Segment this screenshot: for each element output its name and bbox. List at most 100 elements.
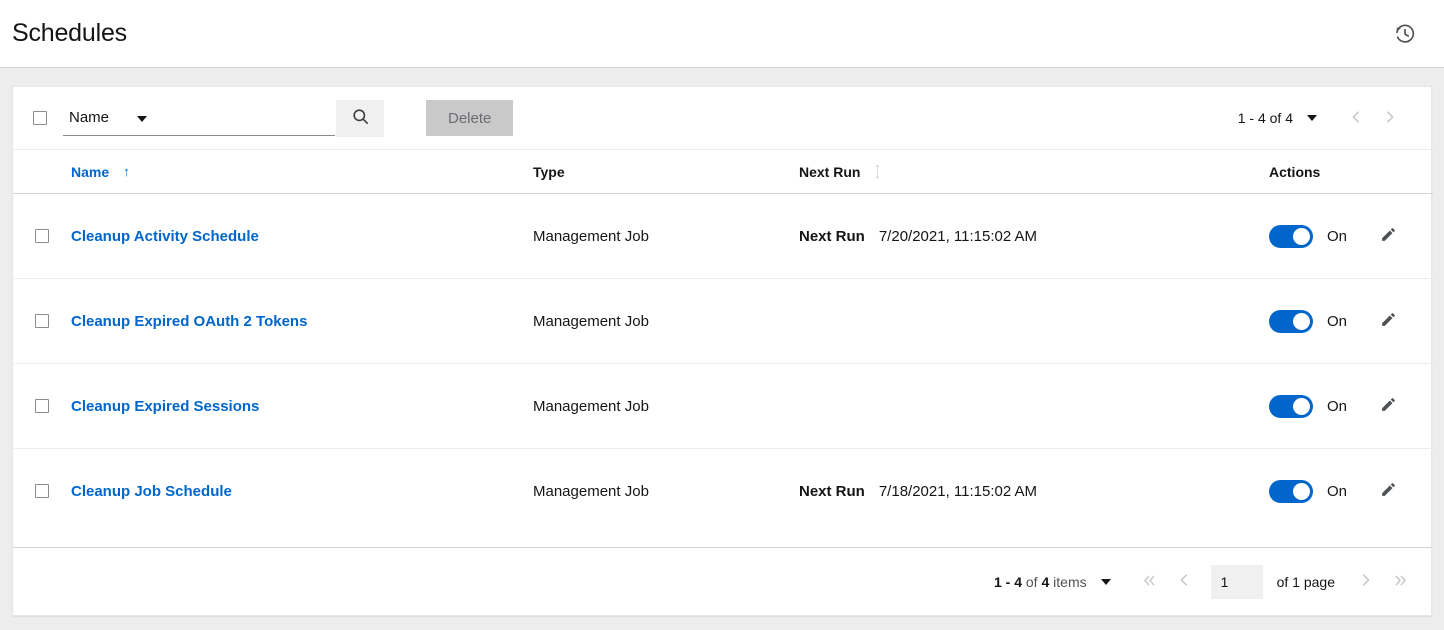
row-type-cell: Management Job <box>533 364 799 449</box>
pencil-icon <box>1380 396 1397 416</box>
row-next-run-cell: Next Run 7/20/2021, 11:15:02 AM <box>799 194 1269 279</box>
schedule-enabled-toggle[interactable] <box>1269 395 1313 418</box>
toggle-knob <box>1293 228 1310 245</box>
chevron-left-icon <box>1349 110 1363 127</box>
delete-button[interactable]: Delete <box>426 100 513 136</box>
row-next-run-cell: Next Run 7/18/2021, 11:15:02 AM <box>799 449 1269 534</box>
next-run-label: Next Run <box>799 483 865 500</box>
row-checkbox[interactable] <box>35 314 49 328</box>
sort-updown-icon: ↑↓ <box>874 165 880 179</box>
header-next-run[interactable]: Next Run ↑↓ <box>799 150 1269 194</box>
table-body: Cleanup Activity Schedule Management Job… <box>13 194 1433 534</box>
history-icon <box>1394 23 1416 45</box>
bottom-pagination-count: 1 - 4 of 4 items <box>994 574 1087 590</box>
prev-page-button[interactable] <box>1167 565 1201 599</box>
schedule-name-link[interactable]: Cleanup Activity Schedule <box>71 228 259 245</box>
filter-type-label: Name <box>63 109 109 126</box>
header-name[interactable]: Name ↑ <box>71 150 533 194</box>
schedule-name-link[interactable]: Cleanup Expired Sessions <box>71 398 259 415</box>
of-page-label: of 1 page <box>1277 574 1335 590</box>
toggle-knob <box>1293 398 1310 415</box>
bottom-pagination: 1 - 4 of 4 items of 1 page <box>13 547 1431 615</box>
row-type-cell: Management Job <box>533 194 799 279</box>
row-name-cell: Cleanup Expired Sessions <box>71 364 533 449</box>
bottom-range: 1 - 4 <box>994 574 1022 590</box>
toolbar-prev-page-button[interactable] <box>1339 101 1373 135</box>
schedule-enabled-toggle[interactable] <box>1269 480 1313 503</box>
chevron-down-icon <box>137 116 147 122</box>
table-toolbar: Name Delete 1 - 4 of 4 <box>13 87 1431 149</box>
row-checkbox-cell <box>13 279 71 364</box>
table-row: Cleanup Job Schedule Management Job Next… <box>13 449 1433 534</box>
header-actions: Actions <box>1269 150 1433 194</box>
header-actions <box>1388 17 1422 51</box>
row-checkbox[interactable] <box>35 229 49 243</box>
row-name-cell: Cleanup Expired OAuth 2 Tokens <box>71 279 533 364</box>
toggle-knob <box>1293 313 1310 330</box>
toggle-state-label: On <box>1327 483 1347 500</box>
search-button[interactable] <box>336 100 384 137</box>
select-all-checkbox[interactable] <box>33 111 47 125</box>
schedules-page: Schedules Name <box>0 0 1444 630</box>
header-actions-label: Actions <box>1269 164 1320 180</box>
table-row: Cleanup Expired OAuth 2 Tokens Managemen… <box>13 279 1433 364</box>
table-head: Name ↑ Type Next Run ↑↓ <box>13 150 1433 194</box>
bottom-pagination-chevron-down-icon[interactable] <box>1101 579 1111 585</box>
row-actions-cell: On <box>1269 194 1433 279</box>
toggle-state-label: On <box>1327 228 1347 245</box>
pencil-icon <box>1380 481 1397 501</box>
last-page-button[interactable] <box>1383 565 1417 599</box>
toolbar-pagination-count: 1 - 4 of 4 <box>1238 110 1293 126</box>
toolbar-pagination-chevron-down-icon[interactable] <box>1307 115 1317 121</box>
header-next-run-label: Next Run <box>799 164 860 180</box>
next-run-value: 7/18/2021, 11:15:02 AM <box>879 483 1037 500</box>
schedule-name-link[interactable]: Cleanup Expired OAuth 2 Tokens <box>71 313 307 330</box>
chevron-right-icon <box>1383 110 1397 127</box>
toolbar-next-page-button[interactable] <box>1373 101 1407 135</box>
toggle-state-label: On <box>1327 313 1347 330</box>
next-run-label: Next Run <box>799 228 865 245</box>
pencil-icon <box>1380 311 1397 331</box>
double-chevron-left-icon <box>1142 573 1157 591</box>
page-number-input[interactable] <box>1211 565 1263 599</box>
toggle-knob <box>1293 483 1310 500</box>
arrow-up-icon: ↑ <box>123 165 130 178</box>
edit-schedule-button[interactable] <box>1373 306 1403 336</box>
chevron-right-icon <box>1359 573 1373 590</box>
bottom-items-label: items <box>1053 574 1086 590</box>
next-page-button[interactable] <box>1349 565 1383 599</box>
row-actions-cell: On <box>1269 449 1433 534</box>
schedule-enabled-toggle[interactable] <box>1269 225 1313 248</box>
schedule-enabled-toggle[interactable] <box>1269 310 1313 333</box>
page-title: Schedules <box>12 19 127 48</box>
row-type-cell: Management Job <box>533 279 799 364</box>
first-page-button[interactable] <box>1133 565 1167 599</box>
row-actions-cell: On <box>1269 279 1433 364</box>
row-type-cell: Management Job <box>533 449 799 534</box>
edit-schedule-button[interactable] <box>1373 391 1403 421</box>
schedules-card: Name Delete 1 - 4 of 4 <box>12 86 1432 616</box>
table-row: Cleanup Activity Schedule Management Job… <box>13 194 1433 279</box>
search-icon <box>351 107 370 129</box>
header-checkbox-cell <box>13 150 71 194</box>
history-icon-button[interactable] <box>1388 17 1422 51</box>
bottom-total: 4 <box>1041 574 1049 590</box>
chevron-left-icon <box>1177 573 1191 590</box>
search-input[interactable] <box>155 100 335 136</box>
row-next-run-cell <box>799 364 1269 449</box>
toolbar-pagination: 1 - 4 of 4 <box>1238 101 1415 135</box>
edit-schedule-button[interactable] <box>1373 221 1403 251</box>
table-row: Cleanup Expired Sessions Management Job … <box>13 364 1433 449</box>
header-name-label: Name <box>71 164 109 180</box>
schedule-name-link[interactable]: Cleanup Job Schedule <box>71 483 232 500</box>
bottom-of: of <box>1026 574 1038 590</box>
row-actions-cell: On <box>1269 364 1433 449</box>
edit-schedule-button[interactable] <box>1373 476 1403 506</box>
table-header-row: Name ↑ Type Next Run ↑↓ <box>13 150 1433 194</box>
toggle-state-label: On <box>1327 398 1347 415</box>
row-checkbox[interactable] <box>35 484 49 498</box>
next-run-value: 7/20/2021, 11:15:02 AM <box>879 228 1037 245</box>
row-checkbox[interactable] <box>35 399 49 413</box>
filter-type-select[interactable]: Name <box>63 100 155 136</box>
pencil-icon <box>1380 226 1397 246</box>
